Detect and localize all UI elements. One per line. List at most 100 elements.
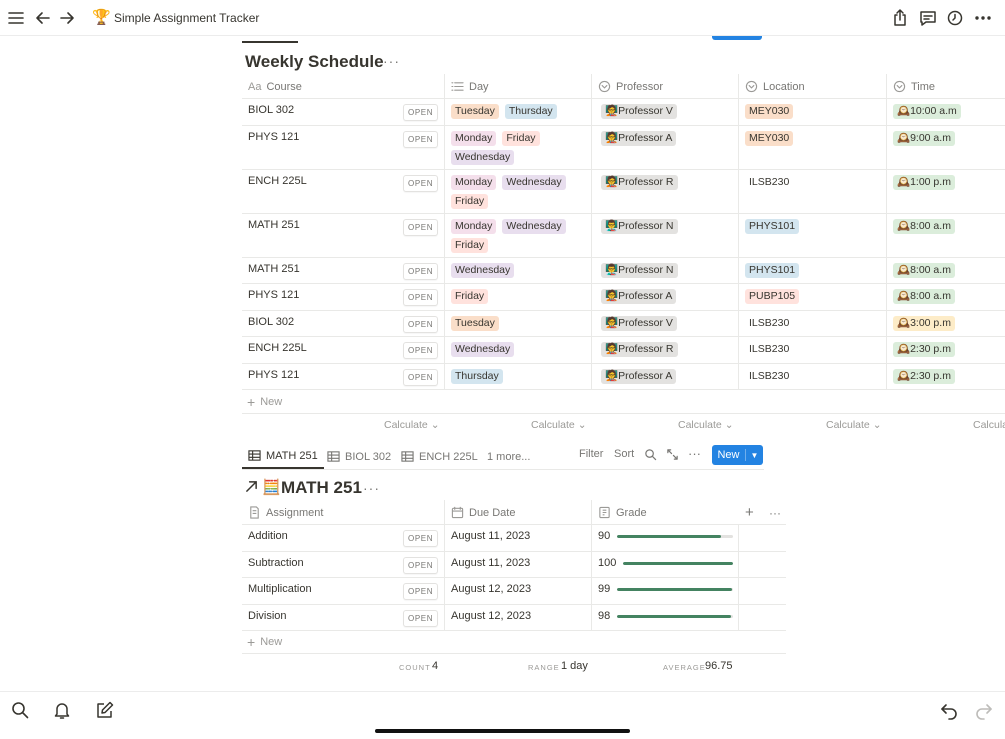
day-tag[interactable]: Friday: [451, 193, 489, 209]
table-row[interactable]: MATH 251 OPEN Monday Wednesday Friday 👨‍🏫P…: [242, 213, 1005, 258]
search-icon[interactable]: [10, 700, 30, 720]
math-table-more-icon[interactable]: ···: [363, 480, 380, 496]
day-tag[interactable]: Tuesday: [451, 315, 499, 331]
column-header-grade[interactable]: Grade: [598, 500, 647, 525]
professor-tag[interactable]: 👨‍🏫Professor N: [601, 218, 678, 234]
professor-tag[interactable]: 🧑‍🏫Professor V: [601, 104, 677, 119]
professor-cell[interactable]: 👨‍🏫Professor N: [601, 262, 678, 278]
day-tag[interactable]: Wednesday: [502, 174, 566, 190]
tab-biol-302[interactable]: BIOL 302: [327, 444, 391, 469]
time-cell[interactable]: 🕰️3:00 p.m: [893, 315, 955, 331]
time-cell[interactable]: 🕰️10:00 a.m: [893, 104, 961, 119]
open-button[interactable]: OPEN: [403, 262, 439, 280]
day-cell[interactable]: Monday Wednesday Friday: [451, 218, 585, 253]
professor-cell[interactable]: 🧑‍🏫Professor V: [601, 104, 677, 119]
weekly-schedule-more-icon[interactable]: ···: [383, 53, 400, 69]
table-row[interactable]: ENCH 225L OPEN Monday Wednesday Friday 🧑‍🏫…: [242, 169, 1005, 214]
grade-value[interactable]: 100: [598, 557, 616, 569]
table-row[interactable]: Subtraction OPEN August 11, 2023 100: [242, 551, 786, 578]
table-row[interactable]: Addition OPEN August 11, 2023 90: [242, 525, 786, 552]
table-row[interactable]: MATH 251 OPEN Wednesday 👨‍🏫Professor N P…: [242, 257, 1005, 284]
due-date-cell[interactable]: August 12, 2023: [451, 583, 531, 595]
tab-math-251[interactable]: MATH 251: [242, 444, 324, 469]
open-button[interactable]: OPEN: [403, 130, 439, 148]
calculate-professor[interactable]: Calculate ⌄: [531, 419, 587, 431]
time-cell[interactable]: 🕰️8:00 a.m: [893, 218, 955, 234]
time-cell[interactable]: 🕰️2:30 p.m: [893, 342, 955, 357]
location-tag[interactable]: PUBP105: [745, 289, 800, 304]
day-cell[interactable]: Tuesday: [451, 315, 585, 331]
back-icon[interactable]: [33, 8, 53, 28]
due-date-cell[interactable]: August 12, 2023: [451, 610, 531, 622]
new-button[interactable]: New ▼: [712, 445, 763, 465]
table-row[interactable]: ENCH 225L OPEN Wednesday 🧑‍🏫Professor R …: [242, 337, 1005, 364]
day-tag[interactable]: Tuesday: [451, 104, 499, 119]
calculate-next[interactable]: Calcula: [973, 419, 1005, 431]
math-table-new-row-button[interactable]: + New: [247, 635, 282, 649]
professor-tag[interactable]: 🧑‍🏫Professor A: [601, 289, 677, 304]
open-button[interactable]: OPEN: [403, 556, 439, 574]
day-cell[interactable]: Wednesday: [451, 342, 585, 357]
open-button[interactable]: OPEN: [403, 174, 439, 192]
assignment-cell[interactable]: Addition: [248, 530, 288, 542]
time-tag[interactable]: 🕰️9:00 a.m: [893, 130, 955, 146]
professor-cell[interactable]: 🧑‍🏫Professor A: [601, 130, 677, 146]
filter-button[interactable]: Filter: [579, 448, 603, 460]
calculate-day[interactable]: Calculate ⌄: [384, 419, 440, 431]
undo-icon[interactable]: [939, 700, 959, 720]
assignment-cell[interactable]: Division: [248, 610, 287, 622]
search-icon[interactable]: [644, 448, 657, 461]
more-icon[interactable]: [973, 8, 993, 28]
day-cell[interactable]: Tuesday Thursday: [451, 104, 585, 119]
open-button[interactable]: OPEN: [403, 342, 439, 359]
time-tag[interactable]: 🕰️1:00 p.m: [893, 174, 955, 190]
course-cell[interactable]: MATH 251: [248, 219, 300, 231]
location-cell[interactable]: PHYS101: [745, 262, 800, 278]
assignment-cell[interactable]: Subtraction: [248, 557, 304, 569]
range-value[interactable]: 1 day: [561, 660, 588, 672]
open-button[interactable]: OPEN: [403, 530, 439, 547]
time-tag[interactable]: 🕰️8:00 a.m: [893, 218, 955, 234]
professor-cell[interactable]: 🧑‍🏫Professor R: [601, 342, 678, 357]
location-tag[interactable]: PHYS101: [745, 262, 800, 278]
location-tag[interactable]: ILSB230: [745, 342, 793, 357]
professor-tag[interactable]: 👨‍🏫Professor N: [601, 262, 678, 278]
professor-cell[interactable]: 🧑‍🏫Professor A: [601, 368, 677, 384]
column-header-day[interactable]: Day: [451, 74, 489, 99]
weekly-schedule-title[interactable]: Weekly Schedule: [245, 52, 384, 72]
math-table-title[interactable]: MATH 251: [281, 478, 362, 498]
time-tag[interactable]: 🕰️8:00 a.m: [893, 262, 955, 278]
table-row[interactable]: PHYS 121 OPEN Friday 🧑‍🏫Professor A PUBP…: [242, 284, 1005, 311]
professor-cell[interactable]: 🧑‍🏫Professor V: [601, 315, 677, 331]
column-header-due-date[interactable]: Due Date: [451, 500, 515, 525]
view-more-icon[interactable]: ···: [688, 446, 701, 461]
course-cell[interactable]: PHYS 121: [248, 289, 299, 301]
share-icon[interactable]: [890, 8, 910, 28]
time-tag[interactable]: 🕰️2:30 p.m: [893, 342, 955, 357]
due-date-cell[interactable]: August 11, 2023: [451, 557, 530, 569]
day-cell[interactable]: Monday Friday Wednesday: [451, 130, 585, 165]
column-header-professor[interactable]: Professor: [598, 74, 663, 99]
day-tag[interactable]: Wednesday: [451, 342, 515, 357]
properties-more-icon[interactable]: ···: [769, 500, 781, 525]
table-row[interactable]: BIOL 302 OPEN Tuesday 🧑‍🏫Professor V ILS…: [242, 310, 1005, 337]
location-tag[interactable]: ILSB230: [745, 316, 793, 331]
table-row[interactable]: Multiplication OPEN August 12, 2023 99: [242, 578, 786, 605]
professor-tag[interactable]: 🧑‍🏫Professor A: [601, 130, 677, 146]
day-tag[interactable]: Wednesday: [502, 218, 566, 234]
previous-new-button[interactable]: [712, 36, 762, 40]
location-cell[interactable]: PUBP105: [745, 289, 800, 304]
add-property-icon[interactable]: +: [745, 500, 754, 525]
time-cell[interactable]: 🕰️8:00 a.m: [893, 289, 955, 304]
weekly-schedule-new-row-button[interactable]: + New: [247, 395, 282, 409]
time-cell[interactable]: 🕰️8:00 a.m: [893, 262, 955, 278]
location-cell[interactable]: ILSB230: [745, 369, 793, 384]
day-tag[interactable]: Friday: [502, 130, 540, 146]
professor-cell[interactable]: 🧑‍🏫Professor A: [601, 289, 677, 304]
open-button[interactable]: OPEN: [403, 218, 439, 236]
column-header-course[interactable]: Aa Course: [248, 74, 302, 99]
time-tag[interactable]: 🕰️3:00 p.m: [893, 315, 955, 331]
course-cell[interactable]: MATH 251: [248, 263, 300, 275]
day-cell[interactable]: Wednesday: [451, 262, 585, 278]
day-tag[interactable]: Thursday: [451, 368, 503, 384]
